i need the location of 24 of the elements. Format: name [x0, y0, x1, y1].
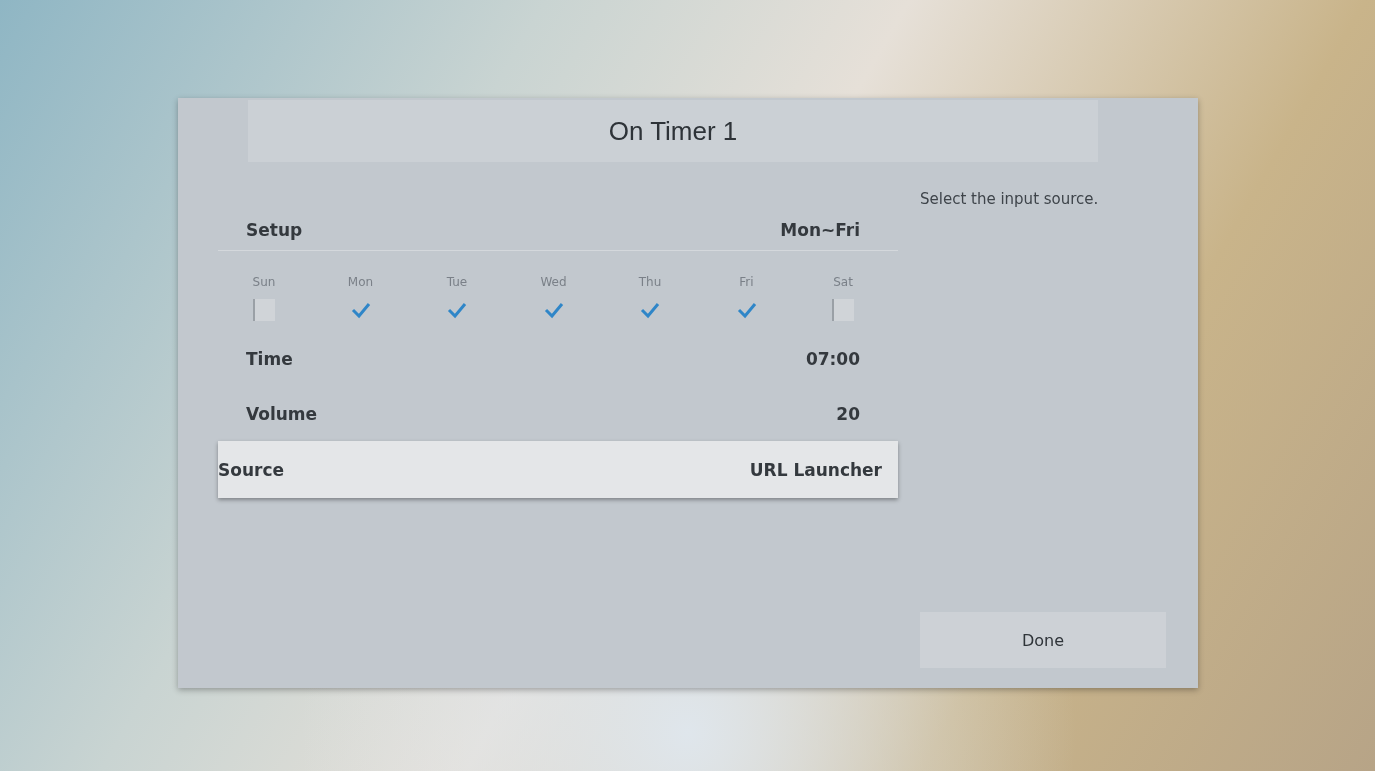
day-label: Fri [739, 275, 754, 289]
day-label: Tue [446, 275, 468, 289]
setup-value: Mon~Fri [780, 220, 860, 240]
setting-label: Time [246, 348, 293, 369]
day-checkbox[interactable] [253, 299, 275, 321]
setting-label: Source [218, 459, 285, 480]
day-label: Sat [833, 275, 853, 289]
setting-value: 20 [836, 403, 860, 424]
setup-row[interactable]: Setup Mon~Fri [218, 210, 898, 251]
done-button[interactable]: Done [920, 612, 1166, 668]
setting-value: URL Launcher [749, 459, 882, 480]
setup-label: Setup [246, 220, 303, 240]
setting-row[interactable]: Time 07:00 [218, 331, 898, 386]
day-label: Mon [347, 275, 374, 289]
help-text: Select the input source. [920, 190, 1100, 208]
dialog-title: On Timer 1 [608, 115, 738, 147]
setting-row[interactable]: Source URL Launcher [218, 441, 898, 498]
day-label: Thu [638, 275, 662, 289]
setting-label: Volume [246, 403, 318, 424]
setting-row[interactable]: Volume 20 [218, 386, 898, 441]
day-checkbox[interactable] [832, 299, 854, 321]
day-label: Wed [540, 275, 567, 289]
day-label: Sun [252, 275, 276, 289]
setting-value: 07:00 [805, 348, 860, 369]
